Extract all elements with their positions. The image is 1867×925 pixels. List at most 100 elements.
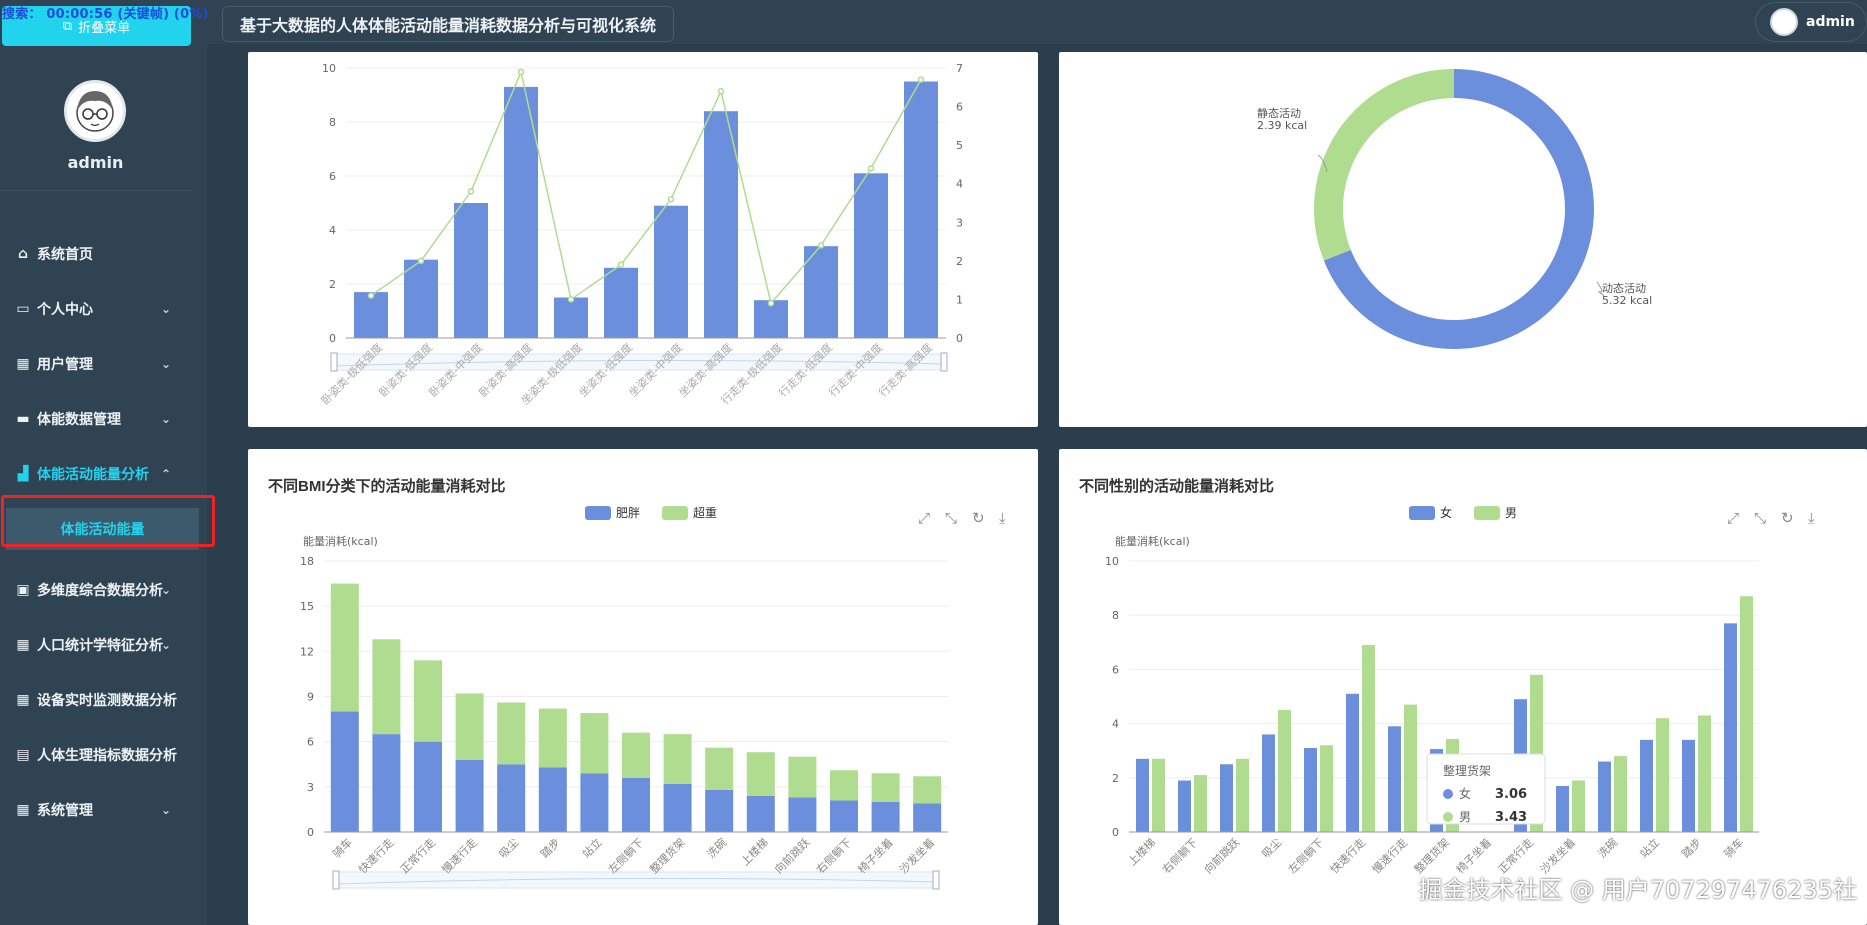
- stacked-bar-segment: [538, 708, 567, 768]
- line-point: [817, 242, 825, 249]
- x-tick-label: 左侧躺下: [1285, 835, 1326, 876]
- slice-value: 5.32 kcal: [1602, 294, 1652, 307]
- stacked-bar-segment: [663, 783, 692, 832]
- bar: [604, 267, 638, 338]
- legend-swatch[interactable]: [1474, 506, 1500, 520]
- stacked-bar-segment: [622, 732, 650, 778]
- line-point: [367, 292, 375, 299]
- x-tick-label: 吸尘: [497, 836, 522, 861]
- sidebar-item-5[interactable]: ▣ 多维度综合数据分析 ⌄: [0, 572, 191, 608]
- legend-label[interactable]: 肥胖: [616, 506, 640, 520]
- bar: [354, 292, 388, 338]
- y-tick-label: 12: [300, 645, 314, 658]
- x-tick-label: 向前跳跃: [772, 835, 813, 876]
- download-icon[interactable]: ⤓: [1808, 509, 1815, 527]
- x-tick-label: 站立: [1637, 835, 1662, 860]
- y-tick-label: 0: [307, 826, 314, 839]
- bar: [704, 111, 738, 338]
- stacked-bar-segment: [871, 801, 900, 832]
- y-axis-title: 能量消耗(kcal): [1115, 534, 1190, 548]
- download-icon[interactable]: ⤓: [999, 509, 1006, 527]
- legend-label[interactable]: 女: [1440, 505, 1452, 520]
- x-tick-label: 右侧躺下: [813, 835, 854, 876]
- y-tick-label: 4: [1112, 718, 1119, 731]
- sidebar-item-label: 设备实时监测数据分析: [37, 693, 177, 709]
- sidebar-item-2[interactable]: ▦ 用户管理 ⌄: [0, 346, 191, 382]
- x-tick-label: 上楼梯: [1125, 835, 1158, 868]
- data-zoom-handle-right: [932, 870, 940, 890]
- x-tick-label: 快速行走: [1328, 836, 1368, 876]
- legend-swatch[interactable]: [662, 506, 688, 520]
- grid-icon: ▦: [16, 356, 30, 372]
- zoom-icon[interactable]: ⤢: [918, 509, 931, 527]
- zoom-icon[interactable]: ⤢: [1727, 509, 1740, 527]
- annotation-highlight-box: [1, 495, 215, 547]
- y-axis-title: 能量消耗(kcal): [303, 534, 378, 548]
- avatar-image: [76, 91, 114, 132]
- grouped-bar: [1304, 747, 1317, 832]
- header-user-menu[interactable]: admin: [1755, 2, 1867, 42]
- y-tick-label: 15: [300, 600, 314, 613]
- sidebar-item-label: 体能活动能量分析: [37, 467, 149, 483]
- chevron-icon: ⌄: [160, 583, 171, 597]
- legend-swatch[interactable]: [585, 506, 611, 520]
- grouped-bar: [1136, 758, 1149, 832]
- zoom-reset-icon[interactable]: ⤡: [945, 509, 957, 527]
- sidebar-item-8[interactable]: ▤ 人体生理指标数据分析: [0, 737, 191, 773]
- stacked-bar-segment: [913, 776, 942, 804]
- legend-swatch[interactable]: [1409, 506, 1435, 520]
- sidebar-item-label: 个人中心: [37, 302, 93, 318]
- sidebar-item-label: 系统管理: [37, 803, 93, 819]
- intensity-energy-chart: 024681001234567卧姿类-极低强度卧姿类-低强度卧姿类-中强度卧姿类…: [318, 62, 963, 407]
- bmi-stacked-bar-chart: 肥胖 超重 ⤢ ⤡ ↻ ⤓ 能量消耗(kcal) 0 3 6 9 12 15 18 骑车 快速行走 正常行走 慢速…: [300, 505, 1006, 890]
- legend-label[interactable]: 男: [1505, 506, 1517, 520]
- sidebar-item-1[interactable]: ▭ 个人中心 ⌄: [0, 291, 191, 327]
- x-tick-label: 骑车: [329, 835, 354, 860]
- x-tick-label: 左侧躺下: [605, 835, 646, 876]
- tooltip-marker: [1443, 789, 1453, 799]
- sidebar-item-6[interactable]: ▦ 人口统计学特征分析 ⌄: [0, 627, 191, 663]
- stacked-bar-segment: [746, 795, 775, 832]
- sidebar-item-4[interactable]: ▟ 体能活动能量分析 ⌃: [0, 456, 191, 492]
- ticket-icon: ▬: [16, 411, 30, 427]
- x-tick-label: 整理货架: [647, 835, 688, 876]
- avatar[interactable]: [64, 80, 126, 142]
- sidebar-item-label: 人体生理指标数据分析: [37, 748, 177, 764]
- stacked-bar-segment: [414, 660, 442, 742]
- line-point: [517, 68, 525, 76]
- sidebar-item-3[interactable]: ▬ 体能数据管理 ⌄: [0, 401, 191, 437]
- chevron-icon: ⌄: [160, 357, 171, 371]
- sidebar-item-label: 用户管理: [37, 357, 93, 373]
- stacked-bar-segment: [705, 789, 734, 832]
- chevron-icon: ⌄: [160, 803, 171, 817]
- line-series: [370, 69, 922, 305]
- x-tick-label: 上楼梯: [738, 835, 771, 868]
- sidebar-divider: [0, 190, 191, 191]
- sidebar-item-label: 人口统计学特征分析: [37, 638, 163, 654]
- x-tick-label: 洗碗: [704, 835, 729, 860]
- bar: [454, 203, 488, 338]
- restore-icon[interactable]: ↻: [1781, 509, 1794, 527]
- x-tick-label: 沙发坐着: [896, 835, 937, 876]
- line-point: [767, 300, 775, 307]
- chevron-icon: ⌄: [160, 638, 171, 652]
- zoom-reset-icon[interactable]: ⤡: [1754, 509, 1766, 527]
- grouped-bar: [1278, 710, 1291, 832]
- slice-value: 2.39 kcal: [1257, 119, 1307, 132]
- stacked-bar-segment: [497, 764, 526, 832]
- sidebar-item-7[interactable]: ▦ 设备实时监测数据分析: [0, 682, 191, 718]
- tooltip-marker: [1443, 812, 1453, 822]
- restore-icon[interactable]: ↻: [972, 509, 985, 527]
- sidebar-item-9[interactable]: ▦ 系统管理 ⌄: [0, 792, 191, 828]
- grouped-bar: [1556, 785, 1569, 832]
- grouped-bar: [1346, 693, 1359, 832]
- pie-slice: [1314, 69, 1454, 261]
- stacked-bar-segment: [538, 767, 567, 832]
- y2-tick-label: 6: [956, 101, 963, 114]
- stacked-bar-segment: [580, 713, 609, 774]
- grouped-bar: [1656, 718, 1669, 832]
- legend-label[interactable]: 超重: [693, 505, 717, 520]
- y-tick-label: 6: [1112, 663, 1119, 676]
- stacked-bar-segment: [663, 734, 692, 784]
- sidebar-item-0[interactable]: ⌂ 系统首页: [0, 236, 191, 272]
